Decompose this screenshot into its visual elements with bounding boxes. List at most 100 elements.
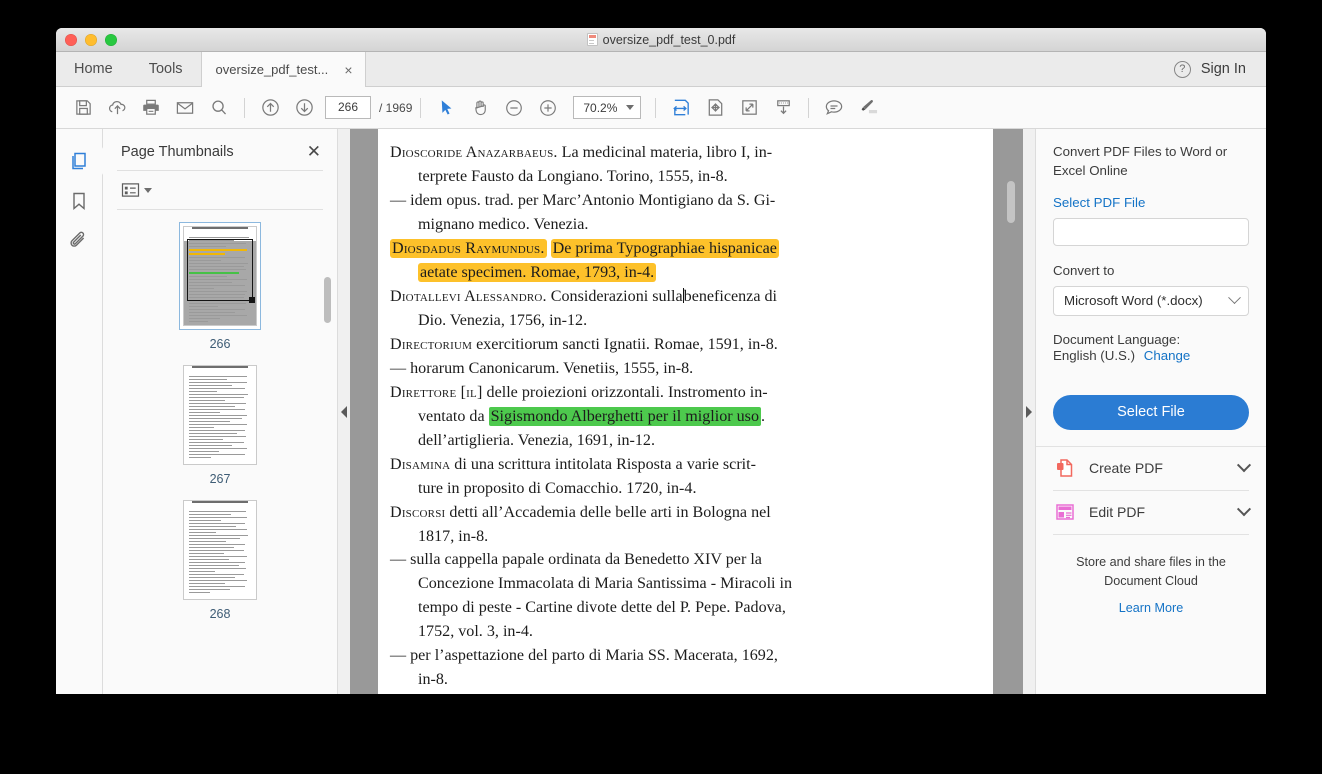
zoom-level-dropdown[interactable]: 70.2% bbox=[573, 96, 642, 119]
save-icon[interactable] bbox=[66, 91, 100, 125]
application-window: oversize_pdf_test_0.pdf Home Tools overs… bbox=[56, 28, 1266, 694]
pdf-text: 1817, in-8. bbox=[418, 527, 489, 545]
list-item[interactable]: 267 bbox=[103, 365, 337, 486]
pdf-text-line: ventato da Sigismondo Alberghetti per il… bbox=[390, 405, 971, 429]
scroll-mode-icon[interactable] bbox=[766, 91, 800, 125]
zoom-in-icon[interactable] bbox=[531, 91, 565, 125]
pdf-text: dell’artiglieria. Venezia, 1691, in-12. bbox=[418, 431, 656, 449]
pdf-text: ture in proposito di Comacchio. 1720, in… bbox=[418, 479, 697, 497]
page-thumbnails-icon[interactable] bbox=[56, 141, 103, 181]
list-item[interactable]: 266 bbox=[103, 222, 337, 351]
pdf-page[interactable]: Dioscoride Anazarbaeus. La medicinal mat… bbox=[378, 129, 993, 694]
pdf-text-line: ture in proposito di Comacchio. 1720, in… bbox=[390, 477, 971, 501]
select-file-button[interactable]: Select File bbox=[1053, 394, 1249, 430]
edit-pdf-row[interactable]: Edit PDF bbox=[1053, 491, 1252, 534]
thumbnail-page-267 bbox=[183, 365, 257, 465]
zoom-out-icon[interactable] bbox=[497, 91, 531, 125]
pdf-text-line: 1752, vol. 3, in-4. bbox=[390, 620, 971, 644]
sign-in-button[interactable]: Sign In bbox=[1201, 61, 1246, 77]
pdf-text: — sulla cappella papale ordinata da Bene… bbox=[390, 551, 762, 569]
document-language-row: English (U.S.) Change bbox=[1053, 348, 1249, 363]
pdf-page-text[interactable]: Dioscoride Anazarbaeus. La medicinal mat… bbox=[378, 129, 993, 692]
tab-tools[interactable]: Tools bbox=[131, 52, 201, 86]
email-icon[interactable] bbox=[168, 91, 202, 125]
bookmarks-icon[interactable] bbox=[56, 181, 102, 221]
pdf-text-line: Discorsi detti all’Accademia delle belle… bbox=[390, 501, 971, 525]
chevron-down-icon[interactable] bbox=[1236, 502, 1252, 517]
pdf-text-line: mignano medico. Venezia. bbox=[390, 213, 971, 237]
minimize-window-button[interactable] bbox=[85, 33, 97, 46]
window-title-text: oversize_pdf_test_0.pdf bbox=[602, 32, 736, 47]
file-path-input[interactable] bbox=[1053, 217, 1249, 246]
help-icon[interactable]: ? bbox=[1173, 60, 1191, 78]
attachments-icon[interactable] bbox=[56, 221, 102, 261]
pdf-text bbox=[547, 240, 551, 257]
thumbnails-header: Page Thumbnails ✕ bbox=[103, 129, 337, 170]
fit-page-icon[interactable] bbox=[732, 91, 766, 125]
close-icon[interactable]: ✕ bbox=[307, 143, 321, 160]
search-icon[interactable] bbox=[202, 91, 236, 125]
close-window-button[interactable] bbox=[65, 33, 77, 46]
edit-pdf-icon bbox=[1056, 504, 1074, 520]
chevron-down-icon bbox=[144, 187, 152, 193]
pdf-text: di una scrittura intitolata Risposta a v… bbox=[450, 455, 756, 473]
pdf-text: 1752, vol. 3, in-4. bbox=[418, 623, 533, 641]
main-toolbar: 266 / 1969 70.2% bbox=[56, 87, 1266, 129]
print-icon[interactable] bbox=[134, 91, 168, 125]
select-cursor-icon[interactable] bbox=[429, 91, 463, 125]
pdf-entry-heading: Dioscoride Anazarbaeus. bbox=[390, 144, 558, 161]
pdf-text: Concezione Immacolata di Maria Santissim… bbox=[418, 575, 793, 593]
highlight-yellow: Diosdadus Raymundus. bbox=[390, 238, 547, 258]
learn-more-link[interactable]: Learn More bbox=[1053, 601, 1249, 615]
toolbar-divider-4 bbox=[808, 97, 810, 118]
document-scrollbar[interactable] bbox=[1007, 181, 1015, 223]
page-thumbnails-panel: Page Thumbnails ✕ 266 267 268 bbox=[103, 129, 338, 694]
select-pdf-file-link[interactable]: Select PDF File bbox=[1053, 195, 1249, 210]
next-page-icon[interactable] bbox=[287, 91, 321, 125]
pdf-text-line: — idem opus. trad. per Marc’Antonio Mont… bbox=[390, 189, 971, 213]
pdf-text-line: Dio. Venezia, 1756, in-12. bbox=[390, 309, 971, 333]
pdf-text: ventato da bbox=[418, 407, 489, 425]
hand-tool-icon[interactable] bbox=[463, 91, 497, 125]
pan-page-icon[interactable] bbox=[698, 91, 732, 125]
page-number-input[interactable]: 266 bbox=[325, 96, 371, 119]
convert-to-value: Microsoft Word (*.docx) bbox=[1064, 293, 1203, 309]
pdf-text-line: Directorium exercitiorum sancti Ignatii.… bbox=[390, 333, 971, 357]
pdf-text: — idem opus. trad. per Marc’Antonio Mont… bbox=[390, 191, 776, 209]
pdf-text: — per l’aspettazione del parto di Maria … bbox=[390, 647, 778, 665]
thumbnail-page-268 bbox=[183, 500, 257, 600]
zoom-level-value: 70.2% bbox=[583, 100, 618, 115]
thumbnail-options-button[interactable] bbox=[103, 171, 337, 209]
crop-handle[interactable] bbox=[249, 297, 255, 303]
list-item[interactable]: 268 bbox=[103, 500, 337, 621]
collapse-right-panel-button[interactable] bbox=[1023, 129, 1035, 694]
window-controls[interactable] bbox=[65, 33, 117, 46]
change-language-link[interactable]: Change bbox=[1144, 348, 1191, 363]
convert-to-dropdown[interactable]: Microsoft Word (*.docx) bbox=[1053, 285, 1249, 316]
collapse-left-panel-button[interactable] bbox=[338, 129, 350, 694]
pdf-entry-heading: Diotallevi Alessandro. bbox=[390, 287, 547, 305]
thumbnails-scrollbar[interactable] bbox=[324, 277, 331, 323]
thumbnail-list[interactable]: 266 267 268 bbox=[103, 210, 337, 694]
tab-close-icon[interactable]: × bbox=[342, 63, 354, 77]
window-titlebar: oversize_pdf_test_0.pdf bbox=[56, 28, 1266, 52]
highlight-icon[interactable] bbox=[851, 91, 885, 125]
highlight-yellow: aetate specimen. Romae, 1793, in-4. bbox=[418, 262, 657, 282]
tab-bar: Home Tools oversize_pdf_test... × ? Sign… bbox=[56, 52, 1266, 87]
document-viewport[interactable]: Dioscoride Anazarbaeus. La medicinal mat… bbox=[350, 129, 1023, 694]
crop-selection-box[interactable] bbox=[187, 239, 255, 303]
previous-page-icon[interactable] bbox=[253, 91, 287, 125]
pdf-text-line: tempo di peste - Cartine divote dette de… bbox=[390, 596, 971, 620]
pdf-text: . bbox=[761, 407, 766, 425]
upload-cloud-icon[interactable] bbox=[100, 91, 134, 125]
fit-width-icon[interactable] bbox=[664, 91, 698, 125]
create-pdf-row[interactable]: Create PDF bbox=[1053, 447, 1252, 490]
maximize-window-button[interactable] bbox=[105, 33, 117, 46]
document-cloud-text: Store and share files in the Document Cl… bbox=[1076, 554, 1226, 588]
page-total-label: / 1969 bbox=[379, 100, 413, 115]
comment-icon[interactable] bbox=[817, 91, 851, 125]
highlight-green: Sigismondo Alberghetti per il miglior us… bbox=[488, 406, 761, 426]
chevron-down-icon[interactable] bbox=[1236, 458, 1252, 473]
tab-home[interactable]: Home bbox=[56, 52, 131, 86]
tab-document[interactable]: oversize_pdf_test... × bbox=[200, 52, 366, 87]
